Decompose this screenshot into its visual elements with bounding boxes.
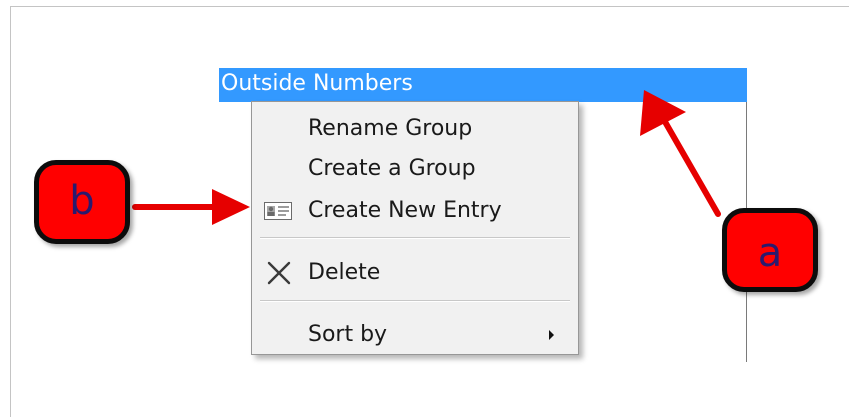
menu-item-create-new-entry[interactable]: Create New Entry [252, 192, 578, 230]
submenu-arrow-icon [549, 330, 554, 340]
menu-separator [260, 300, 570, 302]
context-menu: Rename Group Create a Group Create New E… [251, 101, 579, 355]
menu-item-create-group[interactable]: Create a Group [252, 150, 578, 188]
group-row-selected[interactable]: Outside Numbers [219, 68, 747, 102]
callout-a: a [722, 208, 818, 292]
menu-item-label: Delete [308, 260, 381, 285]
group-row-label: Outside Numbers [221, 71, 413, 96]
menu-item-sort-by[interactable]: Sort by [252, 316, 578, 354]
delete-x-icon [262, 260, 294, 286]
menu-item-label: Create New Entry [308, 198, 502, 223]
contact-card-icon [262, 198, 294, 224]
menu-item-label: Create a Group [308, 156, 476, 181]
callout-letter: b [69, 178, 95, 224]
menu-item-delete[interactable]: Delete [252, 254, 578, 292]
screenshot-stage: Outside Numbers Rename Group Create a Gr… [0, 0, 849, 417]
menu-separator [260, 237, 570, 239]
menu-item-label: Rename Group [308, 116, 473, 141]
menu-item-rename-group[interactable]: Rename Group [252, 110, 578, 148]
callout-letter: a [757, 230, 783, 276]
callout-b: b [34, 160, 130, 244]
menu-item-label: Sort by [308, 322, 388, 347]
